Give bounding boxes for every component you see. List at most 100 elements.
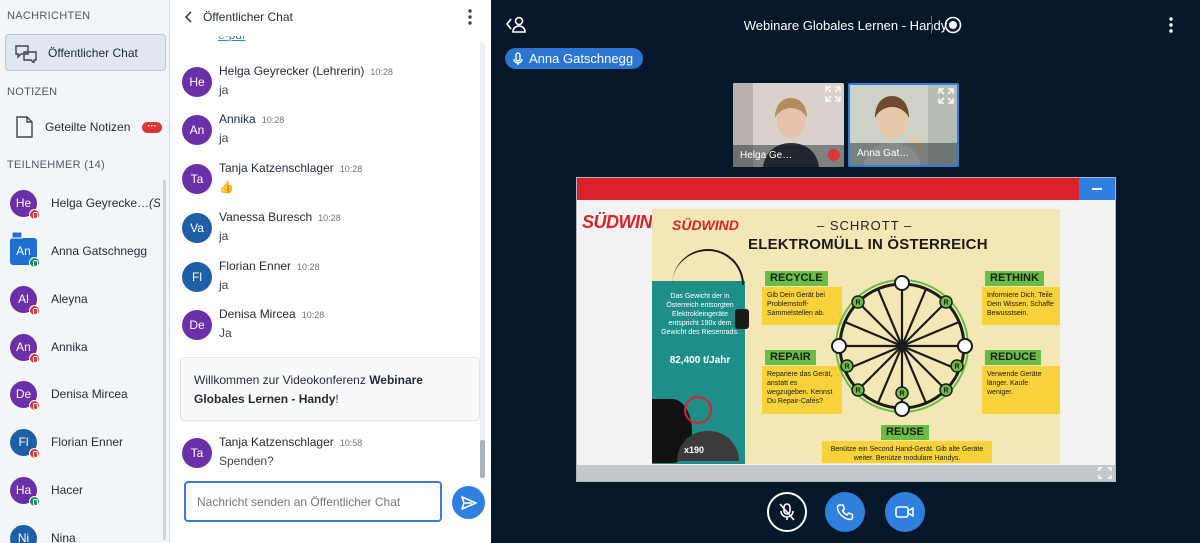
reuse-text: Benütze ein Second Hand-Gerät. Gib alte … <box>822 441 992 463</box>
chat-header: Öffentlicher Chat <box>170 0 491 35</box>
chat-scrollbar-track[interactable] <box>480 43 485 478</box>
phone-icon <box>836 504 854 521</box>
participant-row[interactable]: He Helga Geyrecke…(Sie) <box>10 183 160 223</box>
avatar: Ni <box>10 524 37 543</box>
cable-graphic <box>672 249 744 285</box>
avatar: Ha <box>10 476 40 507</box>
messages-section-title: NACHRICHTEN <box>7 10 91 22</box>
avatar: Al <box>10 285 40 316</box>
chat-message: De Denisa Mircea 10:28 Ja <box>182 307 472 353</box>
minimize-presentation-button[interactable] <box>1079 178 1115 200</box>
message-time: 10:28 <box>339 164 363 174</box>
share-webcam-button[interactable] <box>885 492 925 532</box>
fullscreen-icon[interactable] <box>1098 467 1112 479</box>
message-text: ja <box>219 278 229 292</box>
chevron-left-icon[interactable] <box>184 10 194 24</box>
participant-row[interactable]: De Denisa Mircea <box>10 374 160 414</box>
microphone-icon <box>513 51 523 65</box>
avatar: An <box>10 333 40 364</box>
slide-top-bar <box>577 178 1115 200</box>
sender-name: Florian Enner <box>219 259 292 273</box>
shared-notes-button[interactable]: Geteilte Notizen ··· <box>5 108 166 145</box>
muted-mic-icon <box>29 399 40 411</box>
sender-name: Denisa Mircea <box>219 307 296 321</box>
participant-name: Annika <box>51 340 88 354</box>
send-button[interactable] <box>452 486 485 519</box>
title-divider <box>931 16 932 34</box>
message-text: Ja <box>219 326 232 340</box>
muted-mic-icon <box>29 352 40 364</box>
webcam-tile[interactable]: Helga Ge… <box>733 83 844 167</box>
sender-name: Annika <box>219 112 256 126</box>
slide-bottom-bar <box>577 465 1115 481</box>
webcam-user-name: Anna Gat… <box>850 143 957 165</box>
chat-panel: Öffentlicher Chat e-pdf He Helga Geyreck… <box>170 0 491 543</box>
chat-message: Va Vanessa Buresch 10:28 ja <box>182 210 472 256</box>
unmute-button[interactable] <box>767 492 807 532</box>
repair-label: REPAIR <box>765 350 816 365</box>
rethink-text: Informiere Dich. Teile Dein Wissen. Scha… <box>982 287 1060 325</box>
document-icon <box>16 115 33 138</box>
message-text: Spenden? <box>219 454 274 468</box>
chat-message-input[interactable] <box>184 481 442 522</box>
message-time: 10:58 <box>339 438 363 448</box>
more-options-icon[interactable] <box>1169 17 1173 33</box>
more-options-icon[interactable] <box>468 9 472 25</box>
reuse-label: REUSE <box>881 425 929 440</box>
notes-section-title: NOTIZEN <box>7 86 58 98</box>
thumbs-up-emoji: 👍 <box>219 180 234 194</box>
participant-row[interactable]: Ni Nina <box>10 518 160 543</box>
participant-row[interactable]: Ha Hacer <box>10 470 160 510</box>
leave-audio-button[interactable] <box>825 492 865 532</box>
presentation-area: Webinare Globales Lernen - Handy Anna Ga… <box>491 0 1200 543</box>
avatar: Ta <box>182 164 212 194</box>
participant-row[interactable]: An Anna Gatschnegg <box>10 231 160 271</box>
avatar: Fl <box>182 262 212 292</box>
expand-icon[interactable] <box>938 88 954 104</box>
presenter-icon <box>11 231 23 238</box>
reduce-text: Verwende Geräte länger. Kaufe weniger. <box>982 366 1060 414</box>
message-time: 10:28 <box>297 262 320 272</box>
sidebar: NACHRICHTEN Öffentlicher Chat NOTIZEN Ge… <box>0 0 170 543</box>
wheel-letter: R <box>943 300 948 307</box>
wheel-letter: R <box>899 391 904 398</box>
avatar: De <box>10 380 40 411</box>
wheel-letter: R <box>855 388 860 395</box>
participant-row[interactable]: An Annika <box>10 327 160 367</box>
chat-link-fragment[interactable]: e-pdf <box>218 36 258 48</box>
participant-row[interactable]: Al Aleyna <box>10 279 160 319</box>
weight-comparison-text: Das Gewicht der in Österreich entsorgten… <box>661 293 739 336</box>
microphone-off-icon <box>779 503 795 521</box>
message-text: ja <box>219 229 229 243</box>
muted-mic-icon <box>29 208 40 220</box>
talking-indicator: Anna Gatschnegg <box>505 48 644 69</box>
sidebar-scrollbar[interactable] <box>163 180 166 540</box>
sender-name: Vanessa Buresch <box>219 210 313 224</box>
ferris-wheel-diagram: R R R R R R R <box>831 275 973 417</box>
poster-logo: SÜDWIND <box>672 217 739 233</box>
expand-icon[interactable] <box>825 86 841 102</box>
wheel-letter: R <box>954 364 959 371</box>
participant-name: Florian Enner <box>51 435 124 449</box>
avatar: Ta <box>182 438 212 468</box>
message-time: 10:28 <box>370 67 393 77</box>
message-time: 10:28 <box>261 115 285 125</box>
wheel-letter: R <box>943 388 948 395</box>
avatar: He <box>182 67 212 97</box>
record-icon[interactable] <box>944 16 962 34</box>
multiplier-label: x190 <box>684 445 705 455</box>
weight-figure: 82,400 t/Jahr <box>669 355 731 366</box>
webcam-tile[interactable]: Anna Gat… <box>848 83 959 167</box>
presentation-slide: SÜDWIND SÜDWIND – SCHROTT – ELEKTROMÜLL … <box>576 177 1116 482</box>
chat-scrollbar-thumb[interactable] <box>480 440 485 478</box>
mic-icon <box>29 495 40 507</box>
ferris-wheel-icon <box>684 396 712 424</box>
participant-name: Anna Gatschnegg <box>51 244 148 258</box>
public-chat-button[interactable]: Öffentlicher Chat <box>5 34 166 71</box>
notes-unread-badge: ··· <box>142 122 162 133</box>
muted-mic-icon <box>828 149 840 161</box>
participant-name: Helga Geyrecke…(Sie) <box>51 196 160 210</box>
participant-row[interactable]: Fl Florian Enner <box>10 422 160 462</box>
muted-mic-icon <box>29 447 40 459</box>
avatar: Va <box>182 213 212 243</box>
